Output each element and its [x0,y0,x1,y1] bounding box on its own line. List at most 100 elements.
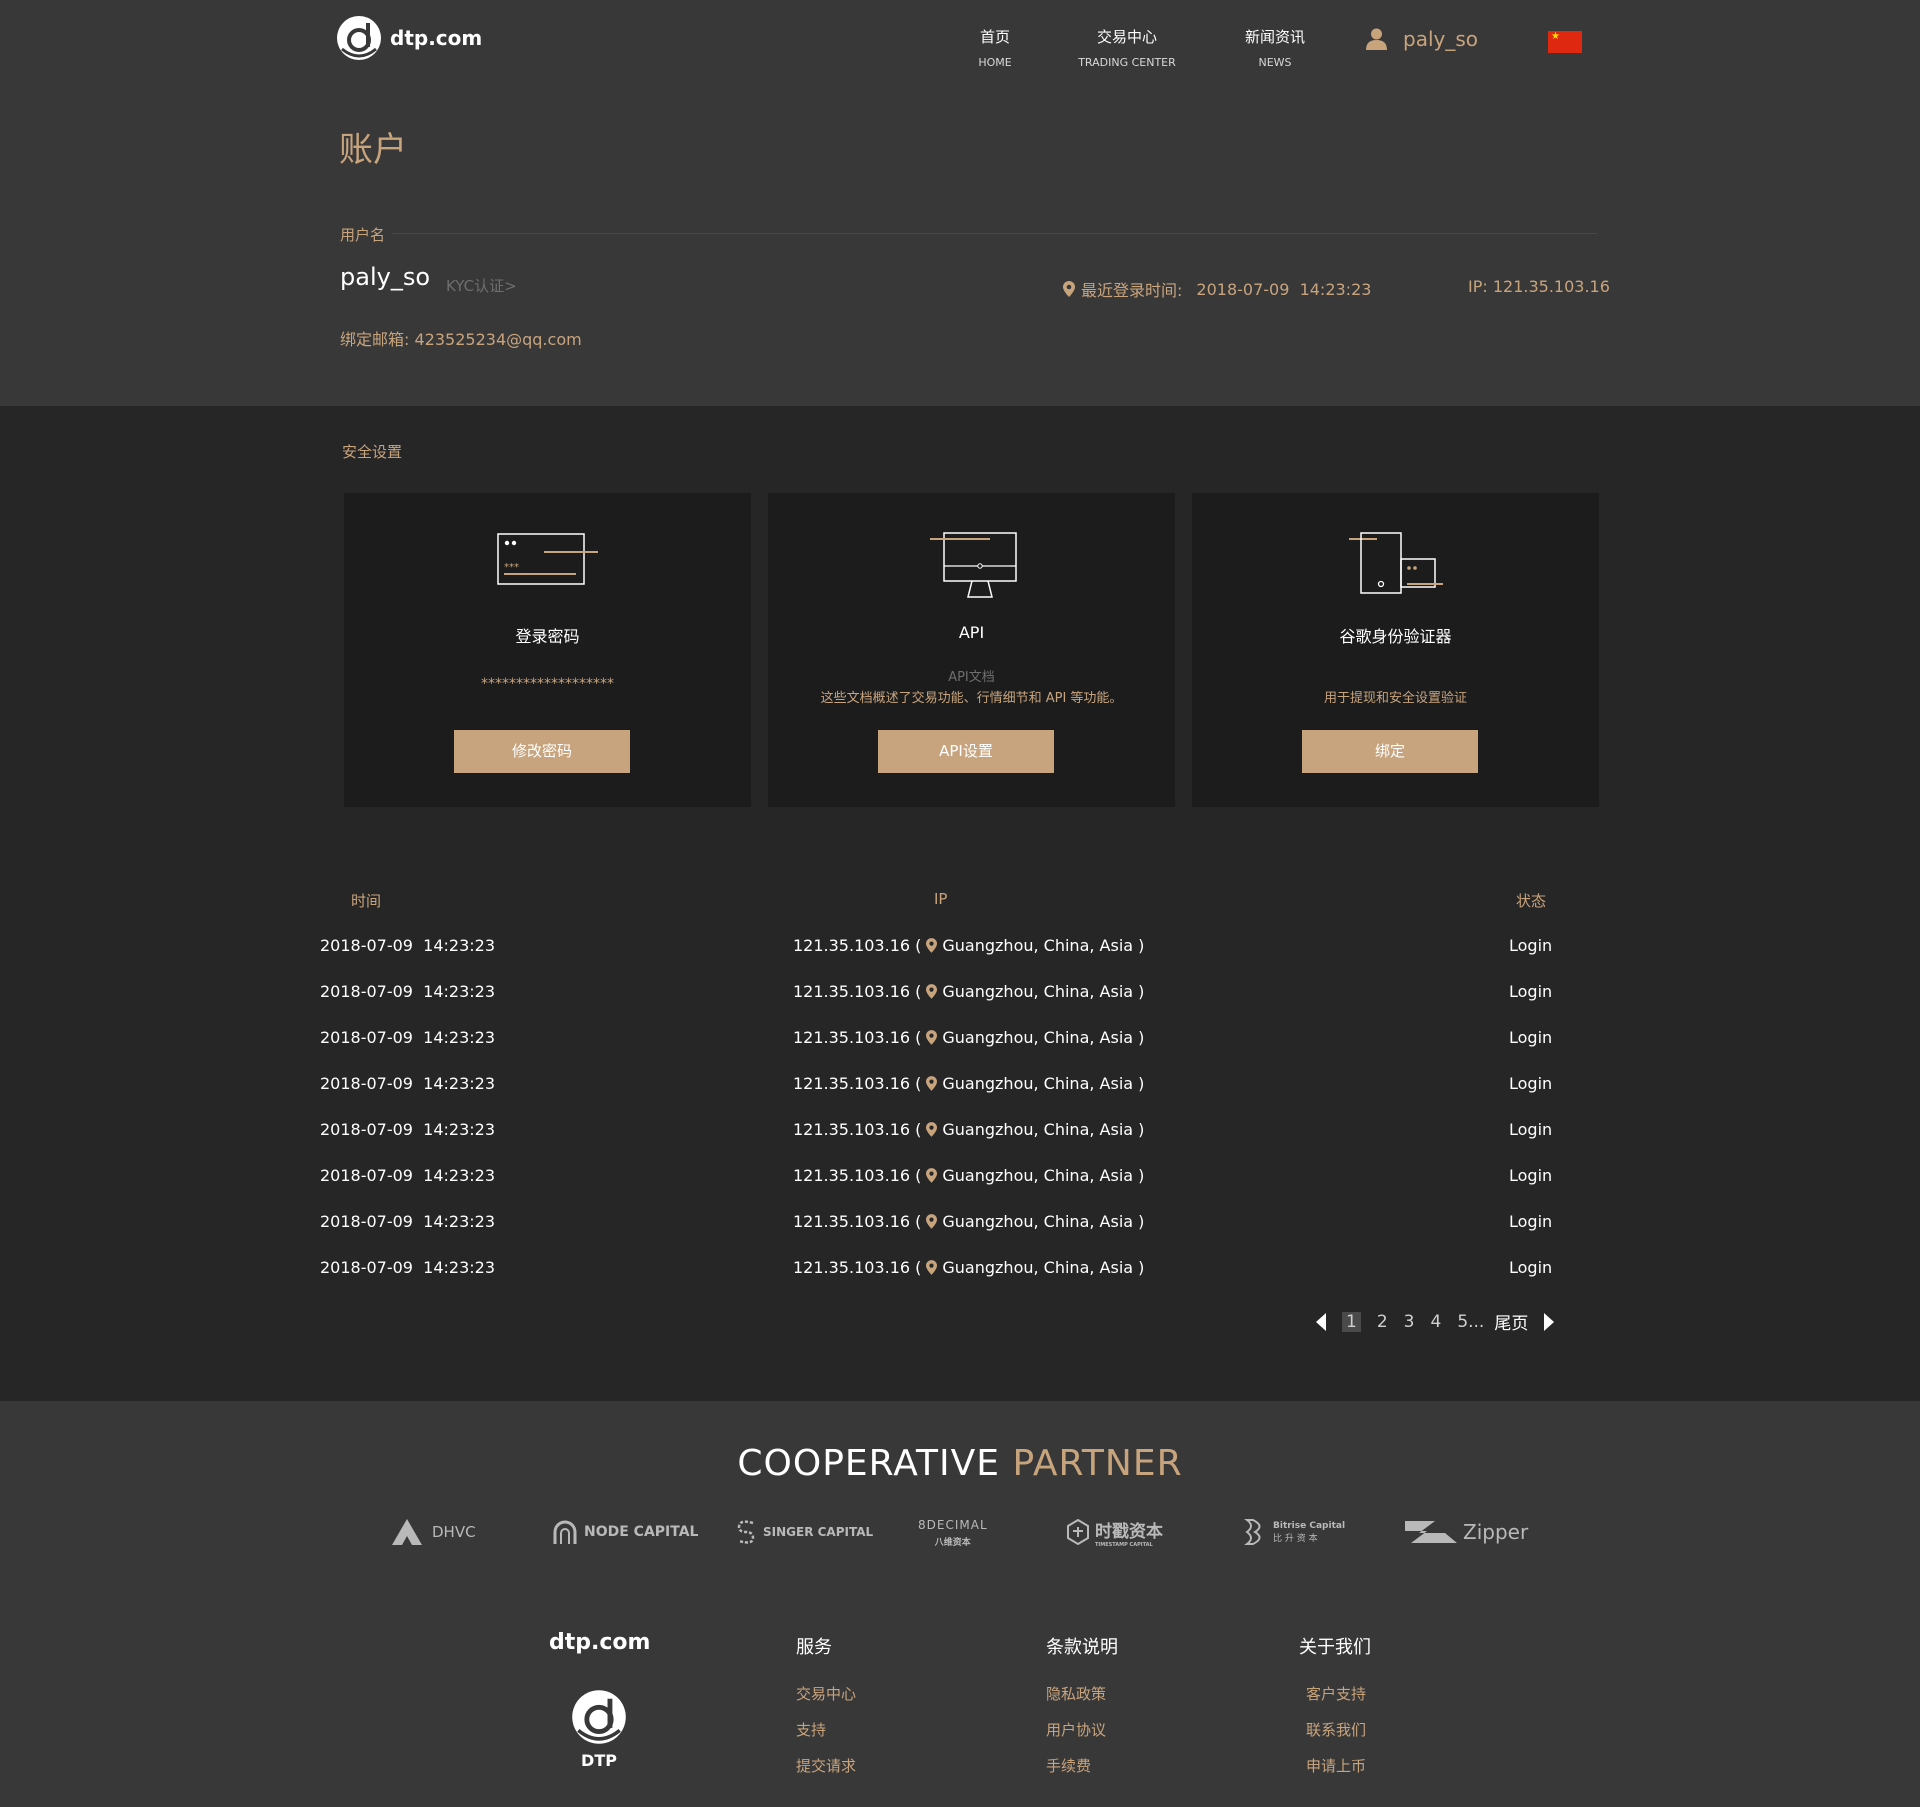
row-ip-address: 121.35.103.16 ( [793,1074,922,1093]
footer-link-customer-support[interactable]: 客户支持 [1306,1683,1366,1704]
row-status: Login [1509,936,1553,955]
node-capital-logo-icon [553,1520,577,1544]
footer-col-terms-title: 条款说明 [1046,1637,1118,1658]
footer-col-services-title: 服务 [796,1637,832,1658]
partner-name: SINGER CAPITAL [763,1525,874,1539]
footer-logo-text[interactable]: dtp.com [549,1630,650,1655]
monitor-icon [930,532,1017,598]
partners-title-b: PARTNER [1012,1443,1183,1484]
card-login-password: *** 登录密码 ******************* 修改密码 [344,493,751,807]
partner-text: Bitrise Capital 比 升 资 本 [1273,1521,1345,1544]
language-switch-cn-flag-icon[interactable]: ★ [1548,31,1582,53]
row-ip-address: 121.35.103.16 ( [793,1120,922,1139]
row-time: 2018-07-09 14:23:23 [320,982,496,1001]
card-google-authenticator: 谷歌身份验证器 用于提现和安全设置验证 绑定 [1192,493,1599,807]
user-menu[interactable]: paly_so [1366,26,1478,52]
footer-col-about-title: 关于我们 [1299,1637,1371,1658]
nav-news[interactable]: 新闻资讯 NEWS [1205,26,1345,69]
row-status: Login [1509,1120,1553,1139]
row-ip-address: 121.35.103.16 ( [793,1212,922,1231]
location-pin-icon [926,1030,938,1045]
last-login-label: 最近登录时间: [1081,281,1183,300]
location-pin-icon [1063,281,1075,297]
row-ip-address: 121.35.103.16 ( [793,1028,922,1047]
partners-title-a: COOPERATIVE [737,1443,1001,1484]
footer-link-apply-listing[interactable]: 申请上币 [1306,1755,1366,1776]
row-ip: 121.35.103.16 ( Guangzhou, China, Asia ) [793,1120,1144,1139]
partner-logo-node-capital: NODE CAPITAL [552,1518,698,1546]
partner-logo-8decimal: 8DECIMAL 八维资本 [918,1518,988,1548]
row-ip: 121.35.103.16 ( Guangzhou, China, Asia ) [793,1258,1144,1277]
last-login-value: 2018-07-09 14:23:23 [1196,279,1372,299]
partner-text: 时戳资本 TIMESTAMP CAPITAL [1095,1517,1163,1548]
location-pin-icon [926,1214,938,1229]
table-row: 2018-07-09 14:23:23 121.35.103.16 ( Guan… [0,936,1920,982]
svg-text:***: *** [504,562,519,573]
footer-link-user-agreement[interactable]: 用户协议 [1046,1719,1106,1740]
page-number[interactable]: 5... [1457,1312,1484,1332]
row-ip: 121.35.103.16 ( Guangzhou, China, Asia ) [793,1074,1144,1093]
timestamp-capital-logo-icon [1067,1519,1089,1545]
singer-capital-logo-icon [737,1520,755,1544]
devices-icon [1349,532,1443,594]
site-logo[interactable]: dtp.com [336,14,482,62]
prev-page-arrow-icon[interactable] [1316,1312,1326,1331]
email-info: 绑定邮箱: 423525234@qq.com [340,326,582,350]
page-number[interactable]: 4 [1430,1312,1441,1332]
google-auth-description: 用于提现和安全设置验证 [1323,691,1467,706]
partner-logo-singer-capital: SINGER CAPITAL [735,1518,873,1546]
nav-trading-label: 交易中心 [1096,28,1157,46]
partner-name: Zipper [1463,1520,1529,1544]
api-doc-label: API文档 [948,670,995,685]
last-page-link[interactable]: 尾页 [1494,1309,1528,1334]
row-location: Guangzhou, China, Asia ) [942,1028,1145,1047]
kyc-link[interactable]: KYC认证> [446,275,517,296]
nav-trading-center[interactable]: 交易中心 TRADING CENTER [1057,26,1197,69]
row-time: 2018-07-09 14:23:23 [320,936,496,955]
page-number[interactable]: 3 [1404,1312,1415,1332]
col-header-status: 状态 [1516,892,1547,910]
nav-home-sublabel: HOME [978,56,1012,69]
card-api: API API文档 这些文档概述了交易功能、行情细节和 API 等功能。 API… [768,493,1175,807]
footer-link-privacy[interactable]: 隐私政策 [1046,1683,1106,1704]
bitrise-logo-icon [1244,1519,1261,1545]
row-ip: 121.35.103.16 ( Guangzhou, China, Asia ) [793,936,1144,955]
next-page-arrow-icon[interactable] [1544,1312,1555,1331]
partner-subname: 比 升 资 本 [1273,1533,1318,1544]
api-settings-button[interactable]: API设置 [878,730,1054,773]
username-label: 用户名 [340,226,386,244]
zipper-logo-icon [1405,1521,1457,1543]
row-ip-address: 121.35.103.16 ( [793,982,922,1001]
footer-link-submit-request[interactable]: 提交请求 [796,1755,856,1776]
col-header-time: 时间 [351,892,382,910]
footer-link-trading-center[interactable]: 交易中心 [796,1683,856,1704]
footer-link-fees[interactable]: 手续费 [1046,1755,1091,1776]
partner-logo-timestamp-capital: 时戳资本 TIMESTAMP CAPITAL [1067,1517,1163,1548]
email-label: 绑定邮箱: [340,330,410,349]
password-card-icon: *** [497,533,598,585]
page-number[interactable]: 2 [1377,1312,1388,1332]
row-ip: 121.35.103.16 ( Guangzhou, China, Asia ) [793,1028,1144,1047]
change-password-button[interactable]: 修改密码 [454,730,630,773]
page-number[interactable]: 1 [1342,1311,1361,1332]
nav-trading-sublabel: TRADING CENTER [1078,56,1176,69]
row-status: Login [1509,1258,1553,1277]
footer-link-support[interactable]: 支持 [796,1719,826,1740]
row-status: Login [1509,1166,1553,1185]
location-pin-icon [926,1122,938,1137]
row-ip: 121.35.103.16 ( Guangzhou, China, Asia ) [793,982,1144,1001]
table-row: 2018-07-09 14:23:23 121.35.103.16 ( Guan… [0,1166,1920,1212]
footer-link-contact-us[interactable]: 联系我们 [1306,1719,1366,1740]
location-pin-icon [926,984,938,999]
partner-name: Bitrise Capital [1273,1520,1346,1531]
partner-subname: 八维资本 [934,1538,971,1548]
account-username: paly_so [340,263,430,291]
bind-authenticator-button[interactable]: 绑定 [1302,730,1478,773]
row-location: Guangzhou, China, Asia ) [942,1166,1145,1185]
dhvc-logo-icon [392,1519,422,1545]
row-status: Login [1509,1028,1553,1047]
row-ip: 121.35.103.16 ( Guangzhou, China, Asia ) [793,1212,1144,1231]
row-ip-address: 121.35.103.16 ( [793,1166,922,1185]
location-pin-icon [926,1168,938,1183]
nav-home[interactable]: 首页 HOME [925,26,1065,69]
